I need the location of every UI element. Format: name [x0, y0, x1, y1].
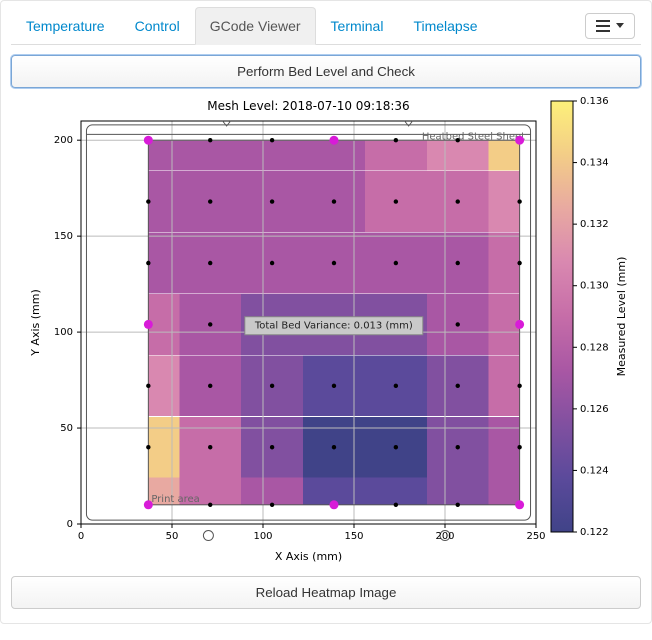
plugin-panel: Temperature Control GCode Viewer Termina…	[0, 0, 652, 624]
svg-text:0.130: 0.130	[580, 281, 609, 292]
svg-text:100: 100	[54, 327, 73, 338]
tab-label[interactable]: GCode Viewer	[195, 7, 316, 45]
svg-text:0.136: 0.136	[580, 96, 609, 107]
svg-text:250: 250	[526, 531, 545, 542]
svg-text:50: 50	[166, 531, 179, 542]
tab-control[interactable]: Control	[120, 7, 195, 45]
svg-text:100: 100	[253, 531, 272, 542]
reload-heatmap-button[interactable]: Reload Heatmap Image	[11, 576, 641, 609]
tab-label[interactable]: Terminal	[316, 7, 399, 45]
tab-label[interactable]: Temperature	[11, 7, 120, 45]
tab-timelapse[interactable]: Timelapse	[398, 7, 492, 45]
svg-text:0.132: 0.132	[580, 219, 609, 230]
hamburger-icon	[596, 20, 610, 32]
plot-title: Mesh Level: 2018-07-10 09:18:36	[207, 99, 409, 113]
tab-overflow	[579, 9, 641, 43]
colorbar-label: Measured Level (mm)	[615, 257, 628, 377]
svg-text:150: 150	[54, 231, 73, 242]
svg-text:150: 150	[344, 531, 363, 542]
svg-text:0.128: 0.128	[580, 342, 609, 353]
heatmap-svg: Mesh Level: 2018-07-10 09:18:36 Heatbed S…	[21, 96, 631, 566]
svg-text:0.126: 0.126	[580, 404, 609, 415]
svg-text:0.124: 0.124	[580, 465, 609, 476]
perform-bed-level-button[interactable]: Perform Bed Level and Check	[11, 55, 641, 88]
variance-text: Total Bed Variance: 0.013 (mm)	[254, 321, 413, 332]
overflow-dropdown-button[interactable]	[585, 13, 635, 39]
annot-print-area: Print area	[151, 494, 199, 505]
tab-gcode-viewer[interactable]: GCode Viewer	[195, 7, 316, 45]
svg-text:0: 0	[67, 519, 73, 530]
caret-down-icon	[616, 23, 624, 28]
colorbar	[551, 101, 573, 532]
svg-text:0.122: 0.122	[580, 527, 609, 538]
colorbar-ticks: 0.122 0.124 0.126 0.128 0.130 0.132 0.134 0.136	[573, 96, 609, 538]
tab-label[interactable]: Timelapse	[398, 7, 492, 45]
heatmap-plot: Mesh Level: 2018-07-10 09:18:36 Heatbed S…	[11, 96, 641, 566]
annot-steel-sheet: Heatbed Steel Sheet	[422, 132, 525, 143]
y-axis-label: Y Axis (mm)	[29, 289, 42, 357]
tab-list: Temperature Control GCode Viewer Termina…	[11, 7, 579, 44]
svg-text:0: 0	[78, 531, 84, 542]
tab-terminal[interactable]: Terminal	[316, 7, 399, 45]
tab-label[interactable]: Control	[120, 7, 195, 45]
svg-text:200: 200	[435, 531, 454, 542]
tab-bar: Temperature Control GCode Viewer Termina…	[11, 7, 641, 45]
svg-text:0.134: 0.134	[580, 158, 609, 169]
svg-text:200: 200	[54, 135, 73, 146]
x-axis-label: X Axis (mm)	[275, 550, 342, 563]
tab-temperature[interactable]: Temperature	[11, 7, 120, 45]
svg-text:50: 50	[60, 423, 73, 434]
